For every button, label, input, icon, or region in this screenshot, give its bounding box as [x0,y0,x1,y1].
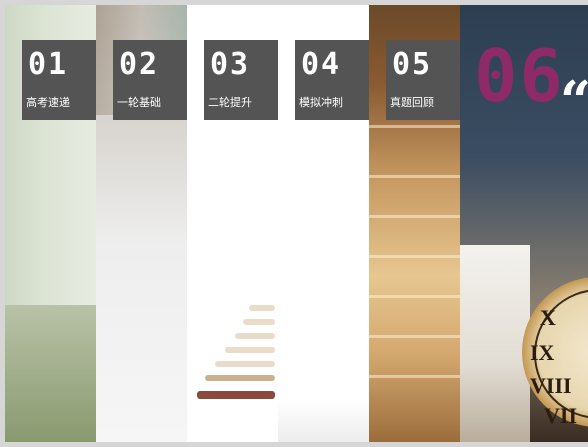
clock-numeral: X [540,305,556,330]
tile-label: 高考速递 [26,96,70,109]
tile-number: 05 [392,47,433,82]
book-page [249,305,275,311]
page-edge [369,375,460,378]
quote-mark-icon: “ [560,69,588,133]
tile-03[interactable]: 03 二轮提升 [204,40,278,120]
clock-numeral: IX [530,340,555,365]
panel-4-shadow [278,400,369,442]
page-edge [369,255,460,258]
page-edge [369,125,460,128]
open-book-image [195,295,275,405]
tile-number: 03 [210,47,251,82]
page-edge [369,295,460,298]
page-edge [369,335,460,338]
slide-stage: X IX VIII VII 01 高考速递 02 一轮基础 03 二轮提升 04… [0,0,588,447]
tile-label: 二轮提升 [208,96,252,109]
book-page [243,319,275,325]
active-section-number[interactable]: 06 [474,36,565,116]
tile-02[interactable]: 02 一轮基础 [113,40,187,120]
tile-01[interactable]: 01 高考速递 [22,40,96,120]
tile-number: 01 [28,47,69,82]
tile-04[interactable]: 04 模拟冲刺 [295,40,369,120]
tile-number: 04 [301,47,342,82]
panel-1-foliage [5,305,96,442]
tile-number: 02 [119,47,160,82]
book-page [205,375,275,381]
open-book-image [460,245,530,442]
page-edge [369,175,460,178]
book-cover [197,391,275,399]
clock-numeral: VIII [530,373,572,398]
tile-05[interactable]: 05 真题回顾 [386,40,460,120]
clock-numeral: VII [544,403,578,428]
book-page [215,361,275,367]
tile-label: 真题回顾 [390,96,434,109]
page-edge [369,215,460,218]
tile-label: 模拟冲刺 [299,96,343,109]
tile-label: 一轮基础 [117,96,161,109]
book-page [225,347,275,353]
book-page [235,333,275,339]
